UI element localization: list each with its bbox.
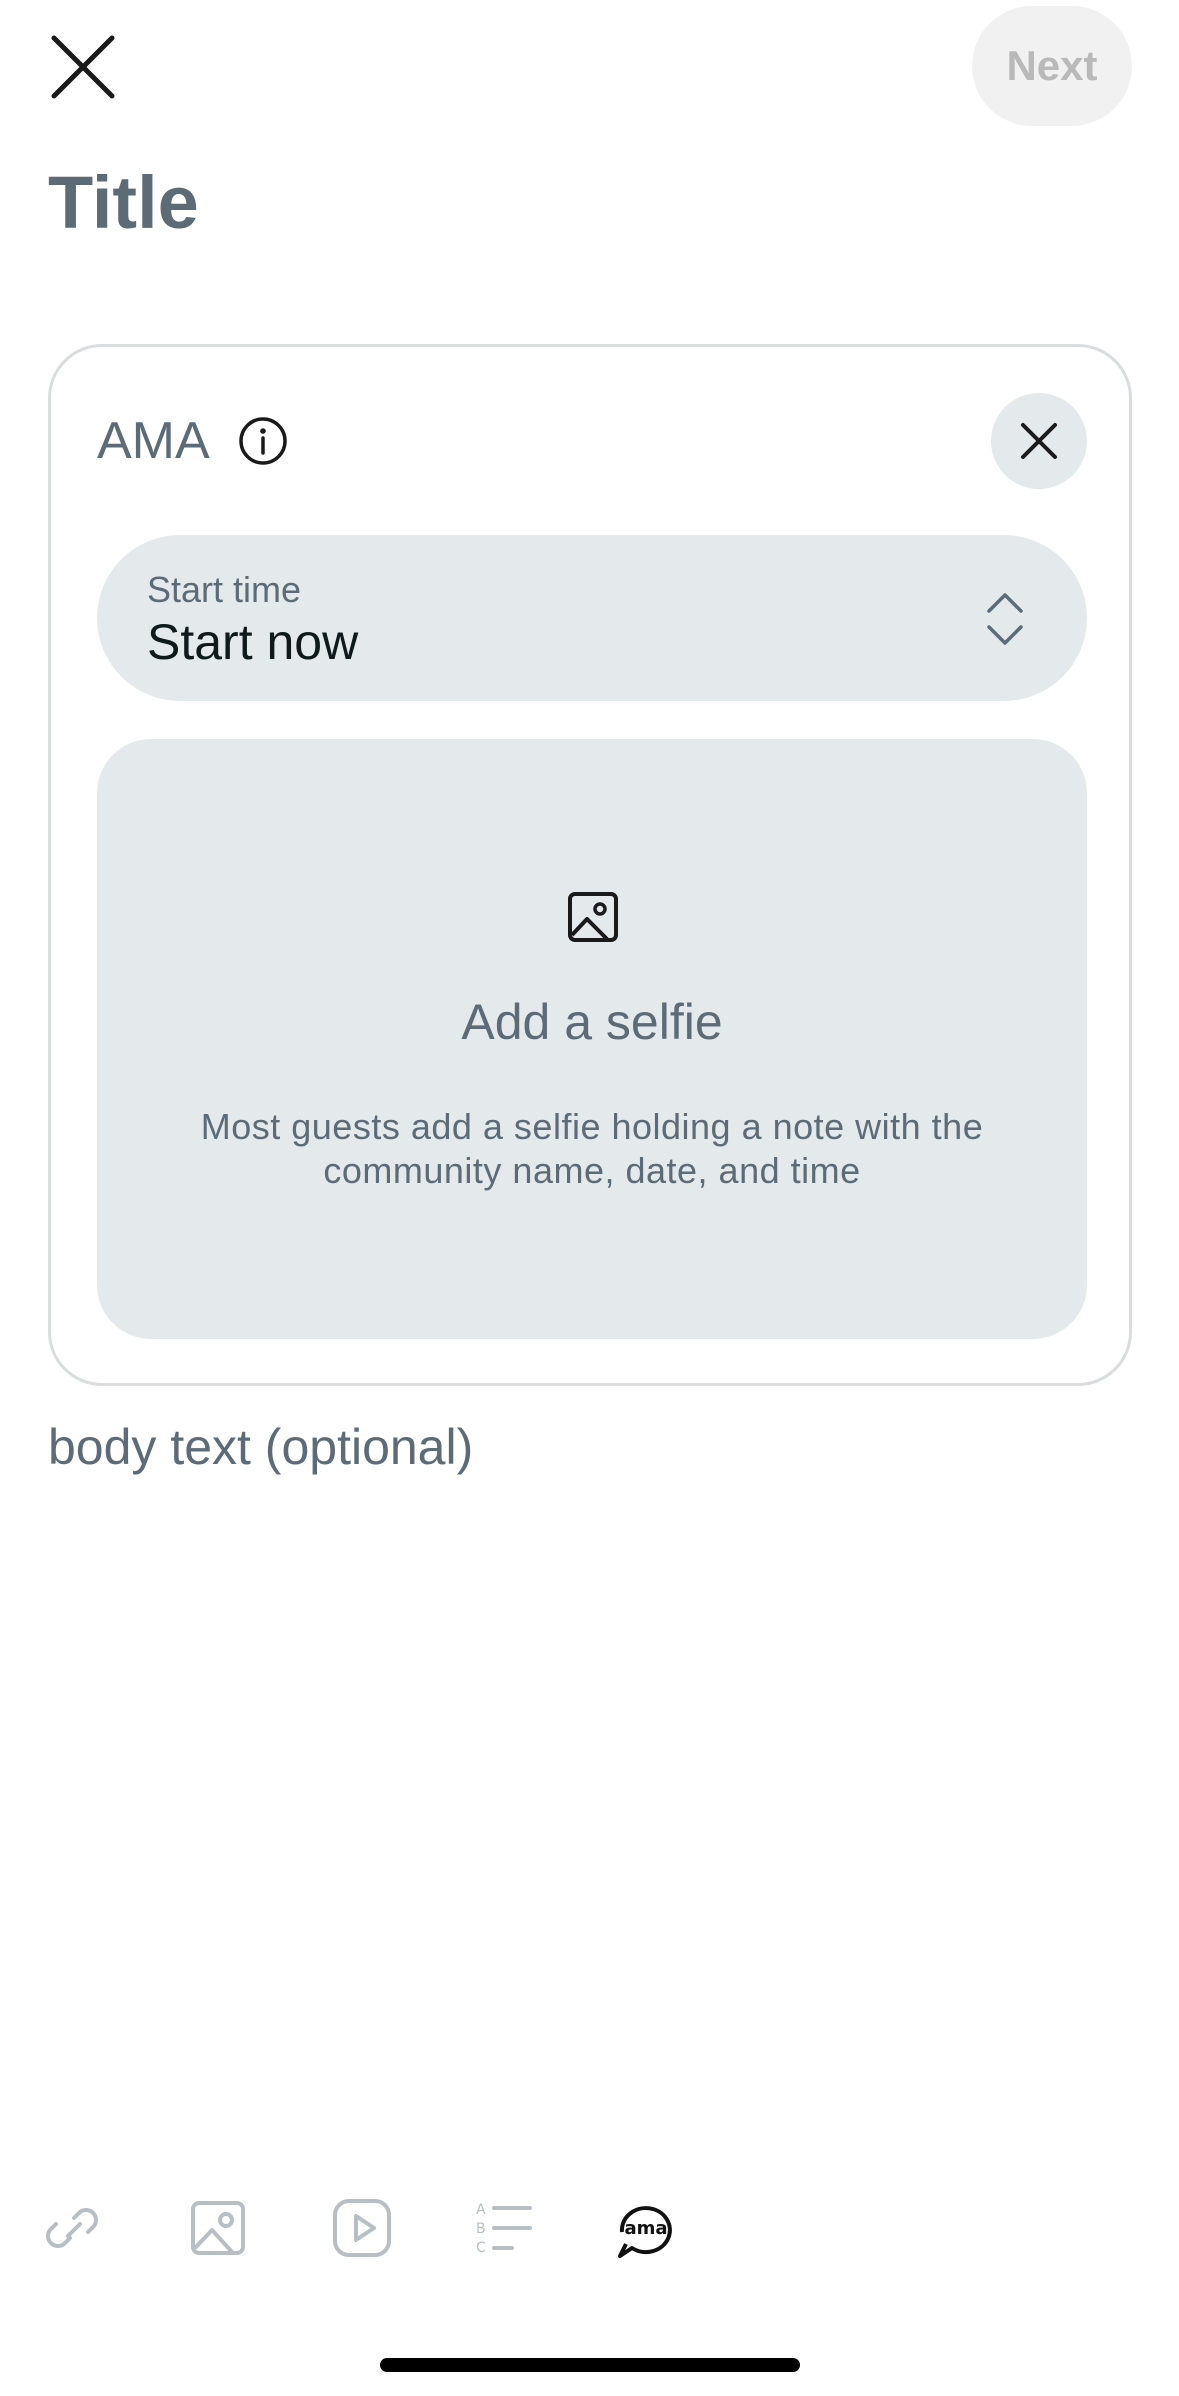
image-icon (568, 892, 618, 942)
ama-card: AMA Start time Start now Add a selfie Mo… (48, 344, 1132, 1386)
selfie-title: Add a selfie (461, 994, 723, 1050)
image-icon[interactable] (186, 2196, 250, 2260)
title-input[interactable]: Title (48, 160, 199, 245)
body-text-input[interactable]: body text (optional) (48, 1418, 473, 1476)
close-button[interactable] (40, 24, 126, 110)
ama-icon[interactable]: ama (614, 2196, 678, 2260)
start-time-value: Start now (147, 614, 359, 670)
chevron-up-down-icon (987, 593, 1023, 645)
svg-text:B: B (476, 2221, 486, 2237)
start-time-label: Start time (147, 569, 302, 610)
svg-text:C: C (476, 2240, 486, 2256)
video-icon[interactable] (330, 2196, 394, 2260)
remove-ama-button[interactable] (991, 393, 1087, 489)
close-icon (1021, 423, 1057, 459)
selfie-description: Most guests add a selfie holding a note … (157, 1105, 1027, 1193)
ama-label: AMA (97, 412, 210, 470)
info-icon[interactable] (237, 415, 289, 467)
svg-text:A: A (476, 2202, 486, 2218)
link-icon[interactable] (40, 2196, 104, 2260)
start-time-select[interactable]: Start time Start now (97, 535, 1087, 701)
create-post-screen: Next Title AMA Start time Start now Add … (0, 0, 1179, 2396)
next-button[interactable]: Next (972, 6, 1132, 126)
add-selfie-button[interactable]: Add a selfie Most guests add a selfie ho… (97, 739, 1087, 1339)
ama-icon-text: ama (624, 2218, 667, 2239)
poll-icon[interactable]: A B C (472, 2196, 536, 2260)
selfie-description-line: community name, date, and time (323, 1150, 861, 1191)
home-indicator (380, 2358, 800, 2372)
close-icon (51, 35, 115, 99)
selfie-description-line: Most guests add a selfie holding a note … (200, 1106, 984, 1147)
